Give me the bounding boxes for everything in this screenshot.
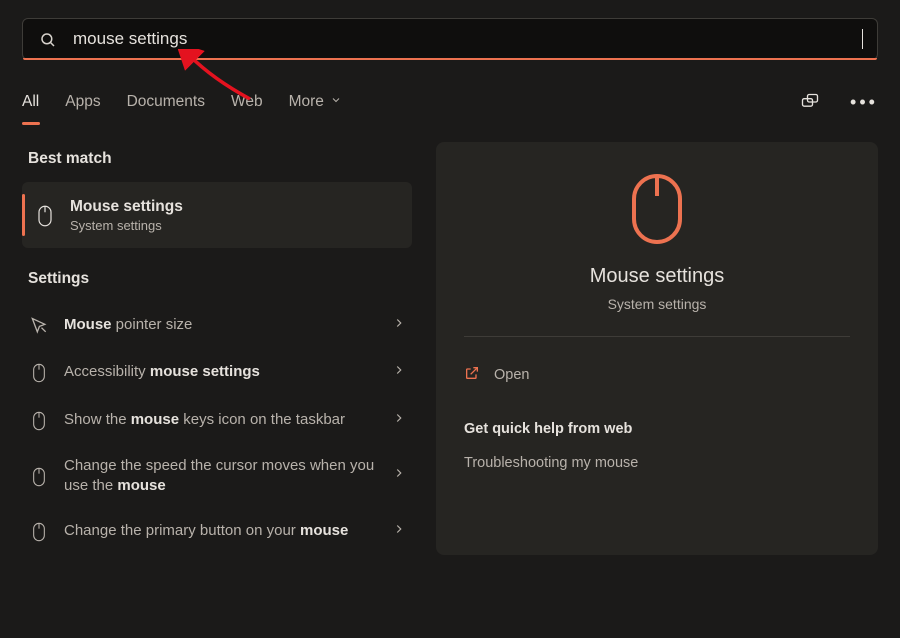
chevron-right-icon <box>392 411 406 430</box>
chevron-right-icon <box>392 522 406 541</box>
open-label: Open <box>494 367 529 383</box>
chevron-right-icon <box>392 316 406 335</box>
results-list: Best match Mouse settings System setting… <box>22 142 412 555</box>
mouse-icon <box>34 202 56 228</box>
chevron-down-icon <box>330 93 342 111</box>
mouse-icon <box>28 464 50 488</box>
settings-result-3[interactable]: Change the speed the cursor moves when y… <box>22 444 412 507</box>
settings-results-list: Mouse pointer size Accessibility mouse se… <box>22 302 412 555</box>
result-subtitle: System settings <box>70 218 183 233</box>
mouse-icon <box>28 360 50 384</box>
settings-result-label: Change the speed the cursor moves when y… <box>64 456 378 495</box>
tab-apps[interactable]: Apps <box>65 87 100 117</box>
search-input[interactable] <box>71 28 852 50</box>
ellipsis-icon: ••• <box>850 92 878 113</box>
more-options-button[interactable]: ••• <box>850 88 878 116</box>
web-help-link[interactable]: Troubleshooting my mouse <box>464 455 850 471</box>
settings-result-label: Change the primary button on your mouse <box>64 521 378 541</box>
web-help-heading: Get quick help from web <box>464 421 850 437</box>
settings-result-4[interactable]: Change the primary button on your mouse <box>22 507 412 555</box>
chevron-right-icon <box>392 363 406 382</box>
selection-indicator <box>22 194 25 236</box>
settings-result-1[interactable]: Accessibility mouse settings <box>22 348 412 396</box>
results-body: Best match Mouse settings System setting… <box>22 142 878 555</box>
tab-more[interactable]: More <box>289 87 342 117</box>
tab-documents[interactable]: Documents <box>127 87 205 117</box>
settings-result-label: Accessibility mouse settings <box>64 362 378 382</box>
search-icon <box>37 29 59 49</box>
preview-subtitle: System settings <box>608 296 707 312</box>
search-results-window: All Apps Documents Web More ••• Best mat… <box>0 0 900 638</box>
preview-hero: Mouse settings System settings <box>464 172 850 337</box>
text-caret <box>862 29 863 49</box>
chat-icon-button[interactable] <box>796 88 824 116</box>
open-action[interactable]: Open <box>464 365 850 385</box>
open-external-icon <box>464 365 480 385</box>
settings-result-2[interactable]: Show the mouse keys icon on the taskbar <box>22 396 412 444</box>
chevron-right-icon <box>392 466 406 485</box>
search-bar[interactable] <box>22 18 878 60</box>
tab-all[interactable]: All <box>22 87 39 117</box>
best-match-heading: Best match <box>28 150 412 168</box>
settings-result-label: Mouse pointer size <box>64 315 378 335</box>
result-title: Mouse settings <box>70 198 183 216</box>
settings-result-0[interactable]: Mouse pointer size <box>22 302 412 348</box>
mouse-large-icon <box>630 172 684 251</box>
preview-title: Mouse settings <box>590 265 725 288</box>
settings-heading: Settings <box>28 270 412 288</box>
cursor-icon <box>28 314 50 336</box>
settings-result-label: Show the mouse keys icon on the taskbar <box>64 410 378 430</box>
mouse-icon <box>28 519 50 543</box>
search-underline <box>23 58 877 60</box>
best-match-result[interactable]: Mouse settings System settings <box>22 182 412 248</box>
mouse-icon <box>28 408 50 432</box>
preview-panel: Mouse settings System settings Open Get … <box>436 142 878 555</box>
tab-web[interactable]: Web <box>231 87 263 117</box>
filter-tabs: All Apps Documents Web More ••• <box>22 74 878 130</box>
